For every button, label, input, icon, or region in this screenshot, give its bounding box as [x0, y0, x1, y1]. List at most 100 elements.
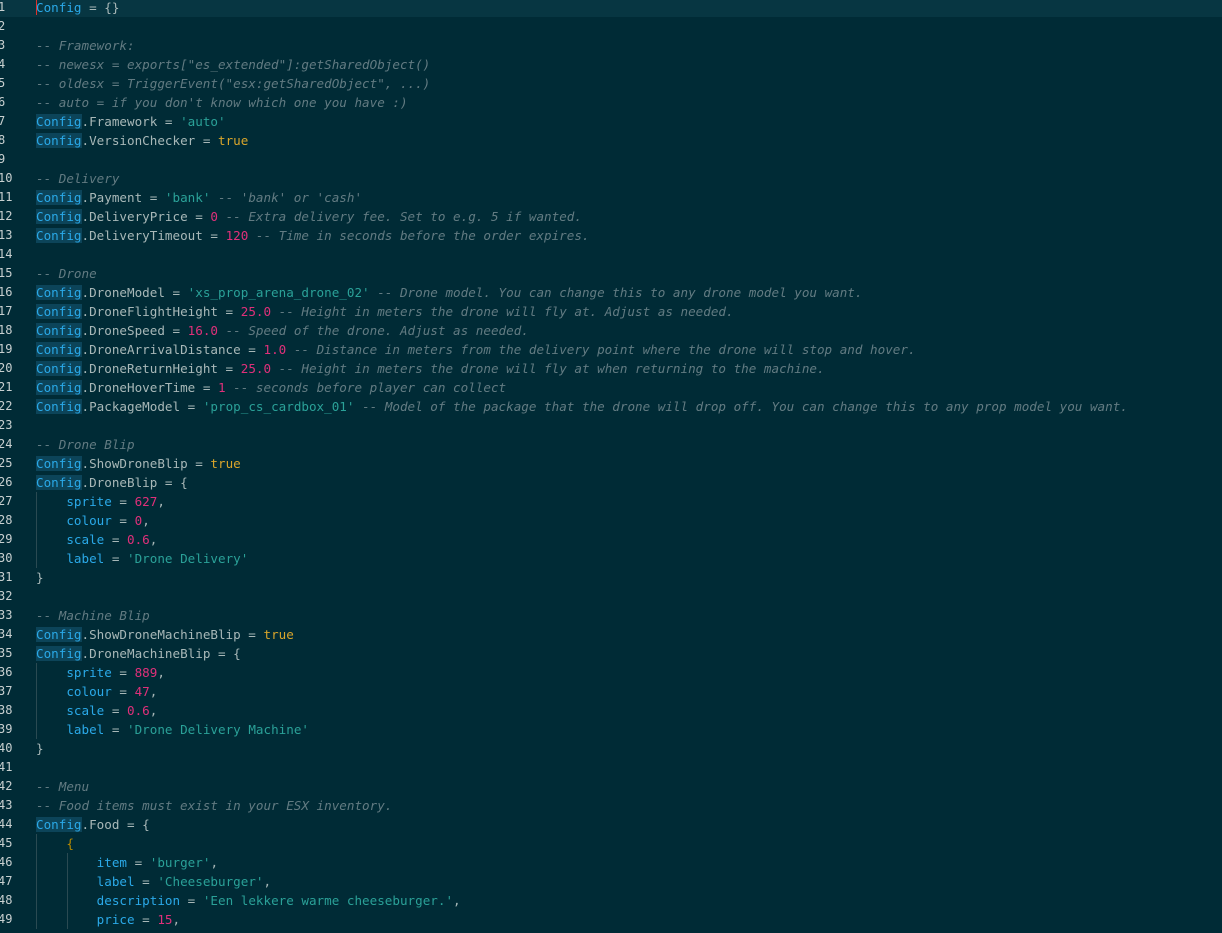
token-cmt: -- Speed of the drone. Adjust as needed. [218, 323, 529, 338]
code-line[interactable]: 36 sprite = 889, [0, 663, 1222, 682]
token-op: = [134, 912, 158, 927]
code-line[interactable]: 27 sprite = 627, [0, 492, 1222, 511]
token-cmt: -- Framework: [36, 38, 135, 53]
code-text: Config.DroneFlightHeight = 25.0 -- Heigh… [36, 302, 734, 321]
token-op: , [172, 912, 181, 927]
token-op: .Payment = [81, 190, 165, 205]
code-line[interactable]: 3 -- Framework: [0, 36, 1222, 55]
code-line[interactable]: 44 Config.Food = { [0, 815, 1222, 834]
code-line[interactable]: 11 Config.Payment = 'bank' -- 'bank' or '… [0, 188, 1222, 207]
line-number: 31 [0, 570, 13, 584]
code-text: Config.Payment = 'bank' -- 'bank' or 'ca… [36, 188, 362, 207]
code-line[interactable]: 45 { [0, 834, 1222, 853]
line-number: 13 [0, 228, 13, 242]
code-line[interactable]: 5 -- oldesx = TriggerEvent("esx:getShared… [0, 74, 1222, 93]
token-str: 'prop_cs_cardbox_01' [202, 399, 355, 414]
line-number: 10 [0, 171, 13, 185]
code-line[interactable]: 6 -- auto = if you don't know which one y… [0, 93, 1222, 112]
token-op: .Framework = [81, 114, 181, 129]
code-line[interactable]: 37 colour = 47, [0, 682, 1222, 701]
code-text: Config.DeliveryTimeout = 120 -- Time in … [36, 226, 590, 245]
code-line[interactable]: 19 Config.DroneArrivalDistance = 1.0 -- D… [0, 340, 1222, 359]
code-line[interactable]: 38 scale = 0.6, [0, 701, 1222, 720]
token-num: 120 [225, 228, 249, 243]
code-line[interactable]: 13 Config.DeliveryTimeout = 120 -- Time i… [0, 226, 1222, 245]
code-line[interactable]: 34 Config.ShowDroneMachineBlip = true [0, 625, 1222, 644]
line-number: 30 [0, 551, 13, 565]
code-text: Config.Framework = 'auto' [36, 112, 226, 131]
token-str: 'Drone Delivery Machine' [127, 722, 309, 737]
code-text: Config.ShowDroneBlip = true [36, 454, 241, 473]
code-line[interactable]: 25 Config.ShowDroneBlip = true [0, 454, 1222, 473]
code-line[interactable]: 8 Config.VersionChecker = true [0, 131, 1222, 150]
token-num: 0.6 [127, 532, 150, 547]
code-line[interactable]: 28 colour = 0, [0, 511, 1222, 530]
code-line[interactable]: 4 -- newesx = exports["es_extended"]:getS… [0, 55, 1222, 74]
code-text: } [36, 568, 44, 587]
code-line[interactable]: 24 -- Drone Blip [0, 435, 1222, 454]
code-line[interactable]: 20 Config.DroneReturnHeight = 25.0 -- Hei… [0, 359, 1222, 378]
code-line[interactable]: 17 Config.DroneFlightHeight = 25.0 -- Hei… [0, 302, 1222, 321]
token-op: .DroneMachineBlip = { [81, 646, 241, 661]
code-line[interactable]: 43 -- Food items must exist in your ESX i… [0, 796, 1222, 815]
token-bool: true [210, 456, 241, 471]
code-text: -- auto = if you don't know which one yo… [36, 93, 408, 112]
code-text: scale = 0.6, [36, 701, 157, 720]
code-line[interactable]: 32 [0, 587, 1222, 606]
code-line[interactable]: 10 -- Delivery [0, 169, 1222, 188]
code-line[interactable]: 33 -- Machine Blip [0, 606, 1222, 625]
code-line[interactable]: 47 label = 'Cheeseburger', [0, 872, 1222, 891]
line-number: 19 [0, 342, 13, 356]
code-text: -- oldesx = TriggerEvent("esx:getSharedO… [36, 74, 430, 93]
token-cmt: -- auto = if you don't know which one yo… [36, 95, 408, 110]
code-line[interactable]: 48 description = 'Een lekkere warme chee… [0, 891, 1222, 910]
code-line[interactable]: 21 Config.DroneHoverTime = 1 -- seconds b… [0, 378, 1222, 397]
line-number: 23 [0, 418, 13, 432]
code-text: colour = 47, [36, 682, 157, 701]
token-op [36, 684, 66, 699]
token-cmt: -- Height in meters the drone will fly a… [271, 361, 825, 376]
code-line[interactable]: 14 [0, 245, 1222, 264]
code-line[interactable]: 23 [0, 416, 1222, 435]
token-op: = {} [81, 0, 120, 15]
code-editor[interactable]: 1 Config = {} 2 3 -- Framework: 4 -- newesx = … [0, 0, 1222, 933]
code-line[interactable]: 26 Config.DroneBlip = { [0, 473, 1222, 492]
token-num: 1 [217, 380, 226, 395]
code-line[interactable]: 49 price = 15, [0, 910, 1222, 929]
code-text: Config.DroneBlip = { [36, 473, 188, 492]
code-line[interactable]: 41 [0, 758, 1222, 777]
token-key: item [96, 855, 128, 870]
code-line[interactable]: 18 Config.DroneSpeed = 16.0 -- Speed of t… [0, 321, 1222, 340]
code-line[interactable]: 42 -- Menu [0, 777, 1222, 796]
token-cmt: -- Height in meters the drone will fly a… [271, 304, 734, 319]
line-number: 47 [0, 874, 13, 888]
code-line[interactable]: 46 item = 'burger', [0, 853, 1222, 872]
line-number: 40 [0, 741, 13, 755]
token-cfg: Config [36, 817, 82, 832]
code-line[interactable]: 1 Config = {} [0, 0, 1222, 17]
code-line[interactable]: 2 [0, 17, 1222, 36]
line-number: 41 [0, 760, 13, 774]
token-cmt: -- Menu [36, 779, 90, 794]
code-line[interactable]: 39 label = 'Drone Delivery Machine' [0, 720, 1222, 739]
code-line[interactable]: 16 Config.DroneModel = 'xs_prop_arena_dro… [0, 283, 1222, 302]
code-line[interactable]: 7 Config.Framework = 'auto' [0, 112, 1222, 131]
token-op [36, 874, 97, 889]
token-cfg: Config [36, 133, 82, 148]
code-line[interactable]: 40} [0, 739, 1222, 758]
token-op: = [111, 684, 135, 699]
line-number: 5 [0, 76, 6, 90]
token-op [36, 703, 66, 718]
code-line[interactable]: 15 -- Drone [0, 264, 1222, 283]
code-line[interactable]: 22 Config.PackageModel = 'prop_cs_cardbox… [0, 397, 1222, 416]
code-line[interactable]: 9 [0, 150, 1222, 169]
code-line[interactable]: 29 scale = 0.6, [0, 530, 1222, 549]
line-number: 36 [0, 665, 13, 679]
code-line[interactable]: 35 Config.DroneMachineBlip = { [0, 644, 1222, 663]
code-line[interactable]: 31} [0, 568, 1222, 587]
token-op: = [104, 722, 128, 737]
code-line[interactable]: 30 label = 'Drone Delivery' [0, 549, 1222, 568]
token-op [36, 855, 97, 870]
code-text: Config.Food = { [36, 815, 150, 834]
code-line[interactable]: 12 Config.DeliveryPrice = 0 -- Extra deli… [0, 207, 1222, 226]
